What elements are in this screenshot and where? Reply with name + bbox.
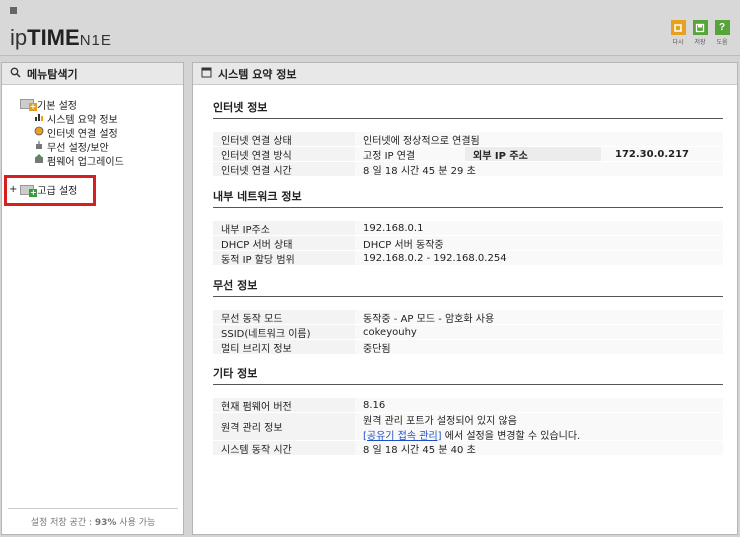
tree-item-label: 시스템 요약 정보: [47, 114, 118, 126]
globe-icon: [34, 126, 44, 139]
tree-item-label: 인터넷 연결 설정: [47, 128, 118, 140]
help-button[interactable]: ? 도움: [713, 20, 731, 46]
tree-item-label: 무선 설정/보안: [47, 142, 109, 154]
menu-tree: + 기본 설정 시스템 요약 정보 인터넷 연결 설정 무선 설정/보안 펌웨어…: [20, 97, 124, 168]
menu-explorer-panel: 메뉴탐색기 + 기본 설정 시스템 요약 정보 인터넷 연결 설정 무선 설정/…: [1, 62, 184, 535]
info-row: 인터넷 연결 시간 8 일 18 시간 45 분 29 초: [213, 162, 723, 177]
tree-item-internet-setup[interactable]: 인터넷 연결 설정: [20, 125, 124, 140]
info-row: 원격 관리 정보 원격 관리 포트가 설정되어 있지 않음 [공유기 접속 관리…: [213, 413, 723, 442]
info-row: SSID(네트워크 이름) cokeyouhy: [213, 325, 723, 340]
info-row: DHCP 서버 상태 DHCP 서버 동작중: [213, 236, 723, 251]
tree-item-system-summary[interactable]: 시스템 요약 정보: [20, 111, 124, 126]
section-title: 기타 정보: [213, 365, 723, 385]
header-bar: ipTIMEN1E 다시 저장 ? 도움: [0, 0, 740, 56]
internet-info-section: 인터넷 정보 인터넷 연결 상태 인터넷에 정상적으로 연결됨 인터넷 연결 방…: [213, 99, 723, 177]
folder-icon: +: [20, 99, 37, 111]
menu-explorer-title: 메뉴탐색기: [27, 67, 78, 81]
summary-header: 시스템 요약 정보: [193, 63, 737, 85]
window-icon: [201, 67, 212, 81]
wireless-icon: [34, 140, 44, 153]
firmware-icon: [34, 153, 44, 167]
toolbar: 다시 저장 ? 도움: [669, 20, 731, 46]
info-row: 내부 IP주소 192.168.0.1: [213, 221, 723, 236]
section-title: 인터넷 정보: [213, 99, 723, 119]
summary-panel: 시스템 요약 정보 인터넷 정보 인터넷 연결 상태 인터넷에 정상적으로 연결…: [192, 62, 738, 535]
tree-advanced-settings[interactable]: + + 고급 설정: [9, 182, 77, 197]
refresh-button[interactable]: 다시: [669, 20, 687, 46]
menu-explorer-header: 메뉴탐색기: [2, 63, 183, 85]
info-row: 시스템 동작 시간 8 일 18 시간 45 분 40 초: [213, 441, 723, 456]
info-row: 무선 동작 모드 동작중 - AP 모드 - 암호화 사용: [213, 310, 723, 325]
wireless-info-section: 무선 정보 무선 동작 모드 동작중 - AP 모드 - 암호화 사용 SSID…: [213, 277, 723, 355]
storage-status: 설정 저장 공간 : 93% 사용 가능: [8, 508, 178, 528]
chart-icon: [34, 112, 44, 125]
etc-info-section: 기타 정보 현재 펌웨어 버전 8.16 원격 관리 정보 원격 관리 포트가 …: [213, 365, 723, 456]
tree-item-label: 펌웨어 업그레이드: [47, 156, 124, 168]
save-icon: [692, 20, 708, 35]
refresh-icon: [670, 20, 686, 35]
section-title: 무선 정보: [213, 277, 723, 297]
help-label: 도움: [716, 39, 728, 46]
tree-item-wireless-setup[interactable]: 무선 설정/보안: [20, 139, 124, 154]
tree-item-firmware-upgrade[interactable]: 펌웨어 업그레이드: [20, 153, 124, 168]
page-title: 시스템 요약 정보: [218, 67, 297, 81]
info-row: 인터넷 연결 방식 고정 IP 연결 외부 IP 주소 172.30.0.217: [213, 147, 723, 162]
tree-basic-settings[interactable]: + 기본 설정: [20, 97, 124, 112]
info-row: 멀티 브리지 정보 중단됨: [213, 340, 723, 355]
window-menu-icon[interactable]: [10, 7, 17, 14]
save-button[interactable]: 저장: [691, 20, 709, 46]
info-row: 인터넷 연결 상태 인터넷에 정상적으로 연결됨: [213, 132, 723, 147]
info-row: 동적 IP 할당 범위 192.168.0.2 - 192.168.0.254: [213, 251, 723, 266]
help-icon: ?: [714, 20, 730, 35]
tree-advanced-settings-label: 고급 설정: [37, 186, 78, 197]
folder-icon: +: [20, 184, 38, 197]
section-title: 내부 네트워크 정보: [213, 188, 723, 208]
tree-basic-settings-label: 기본 설정: [37, 100, 77, 112]
tree-expander[interactable]: +: [9, 184, 17, 195]
magnifier-icon: [10, 67, 21, 81]
lan-info-section: 내부 네트워크 정보 내부 IP주소 192.168.0.1 DHCP 서버 상…: [213, 188, 723, 266]
save-label: 저장: [694, 39, 706, 46]
iptime-logo: ipTIMEN1E: [10, 25, 112, 50]
refresh-label: 다시: [672, 39, 684, 46]
